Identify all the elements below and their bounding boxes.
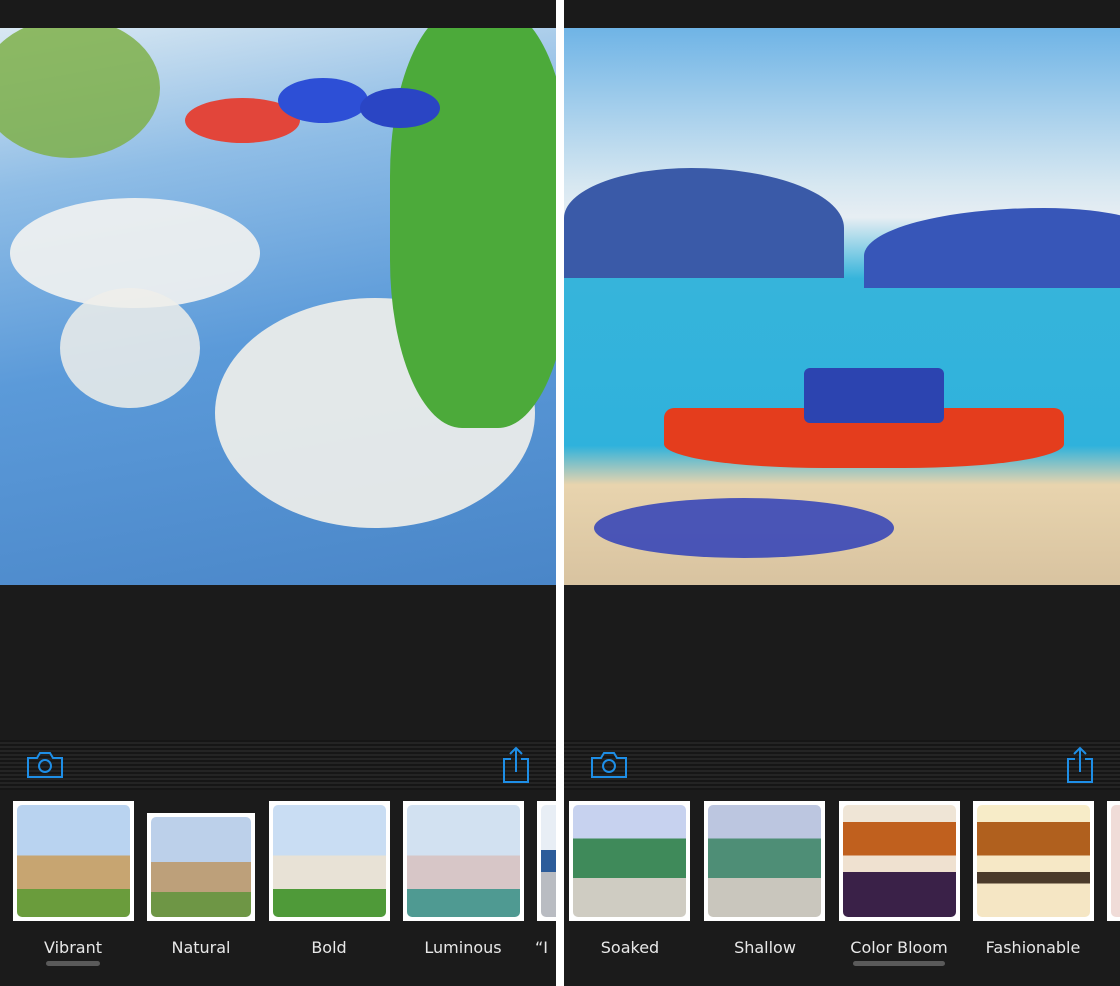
style-label[interactable]: Natural xyxy=(131,938,271,957)
style-label[interactable]: Color Bloom xyxy=(829,938,969,957)
style-label[interactable]: Bold xyxy=(259,938,399,957)
right-screen: Soaked Shallow Color Bloom Fashionable xyxy=(564,0,1120,986)
toolbar xyxy=(0,740,556,790)
toolbar xyxy=(564,740,1120,790)
style-label[interactable]: Soaked xyxy=(564,938,700,957)
style-thumbnail-fashionable[interactable] xyxy=(973,801,1094,921)
selected-indicator xyxy=(46,961,100,966)
style-label[interactable]: Vibrant xyxy=(3,938,143,957)
status-bar xyxy=(0,0,556,28)
camera-icon[interactable] xyxy=(590,751,628,779)
share-icon[interactable] xyxy=(502,746,530,784)
style-label[interactable]: Fashionable xyxy=(963,938,1103,957)
camera-icon[interactable] xyxy=(26,751,64,779)
style-thumbnail-bold[interactable] xyxy=(269,801,390,921)
left-screen: Vibrant Natural Bold Luminous “I xyxy=(0,0,556,986)
status-bar xyxy=(564,0,1120,28)
style-thumbnail-soaked[interactable] xyxy=(569,801,690,921)
style-label[interactable]: Shallow xyxy=(695,938,835,957)
style-thumbnail-partial[interactable] xyxy=(537,801,556,921)
style-label[interactable]: Luminous xyxy=(393,938,533,957)
watercolor-preview xyxy=(564,28,1120,585)
style-thumbnail-luminous[interactable] xyxy=(403,801,524,921)
style-thumbnail-vibrant[interactable] xyxy=(13,801,134,921)
style-label[interactable]: “I xyxy=(535,938,556,957)
style-thumbnail-color-bloom[interactable] xyxy=(839,801,960,921)
watercolor-preview xyxy=(0,28,556,585)
selected-indicator xyxy=(853,961,945,966)
share-icon[interactable] xyxy=(1066,746,1094,784)
style-thumbnail-natural[interactable] xyxy=(147,813,255,921)
style-thumbnail-shallow[interactable] xyxy=(704,801,825,921)
style-thumbnail-partial[interactable] xyxy=(1107,801,1120,921)
